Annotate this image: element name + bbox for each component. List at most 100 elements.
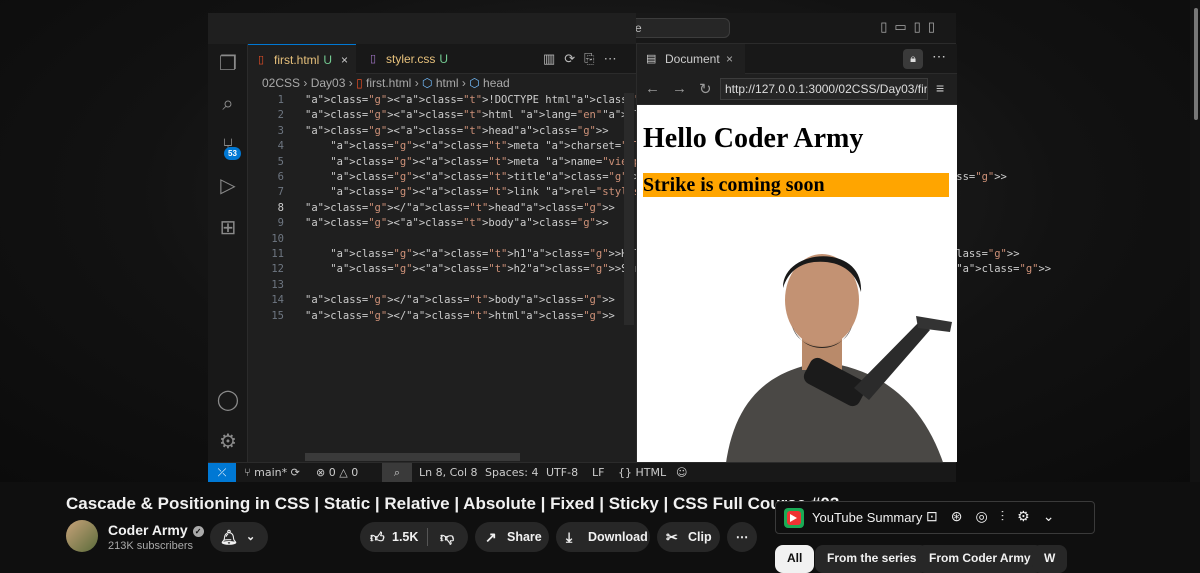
code-line[interactable]: 13 bbox=[248, 278, 636, 293]
code-line[interactable]: 9 "a">class="g"><"a">class="t">body"a">cl… bbox=[248, 216, 636, 231]
code-line[interactable]: 7 "a">class="g"><"a">class="t">link "a">… bbox=[248, 185, 919, 200]
dislike-icon[interactable]: 👎︎ bbox=[440, 522, 454, 552]
tab-label: first.html bbox=[274, 53, 320, 67]
code-line[interactable]: 2 "a">class="g"><"a">class="t">html "a">l… bbox=[248, 108, 697, 123]
extensions-icon[interactable]: ⊞ bbox=[216, 216, 240, 240]
zoom-icon[interactable]: ⌕ bbox=[382, 463, 412, 482]
url-input[interactable]: http://127.0.0.1:3000/02CSS/Day03/first bbox=[720, 78, 928, 100]
line-number: 6 bbox=[277, 171, 284, 183]
download-label: Download bbox=[588, 530, 648, 544]
code-line[interactable]: 4 "a">class="g"><"a">class="t">meta "a">… bbox=[248, 139, 761, 154]
problems-status[interactable]: ⊗ 0 △ 0 bbox=[316, 466, 358, 479]
breadcrumb-item[interactable]: Day03 bbox=[311, 76, 346, 90]
code-line[interactable]: 6 "a">class="g"><"a">class="t">title"a">… bbox=[248, 170, 1007, 185]
download-icon: ⤓ bbox=[566, 529, 573, 545]
summary-tools-icon[interactable]: ⊡⊛◎⫶⚙⌄ bbox=[926, 508, 1067, 525]
youtube-summary-panel[interactable]: YouTube Summary ⊡⊛◎⫶⚙⌄ bbox=[775, 501, 1095, 534]
tab-label: Document bbox=[665, 52, 720, 66]
like-icon[interactable]: 👍︎ bbox=[370, 522, 385, 552]
search-icon[interactable]: ⌕ bbox=[216, 92, 240, 116]
summary-label: YouTube Summary bbox=[812, 510, 923, 525]
line-number: 15 bbox=[271, 309, 284, 322]
code-line[interactable]: 12 "a">class="g"><"a">class="t">h2"a">cl… bbox=[248, 262, 1051, 277]
code-line[interactable]: 11 "a">class="g"><"a">class="t">h1"a">cl… bbox=[248, 247, 1019, 262]
tab-styler-css[interactable]: ▯ styler.css U bbox=[360, 44, 455, 74]
tab-first-html[interactable]: ▯ first.html U × bbox=[248, 44, 356, 74]
code-line[interactable]: 1 "a">class="g"><"a">class="t">!DOCTYPE h… bbox=[248, 93, 666, 108]
editor-vertical-scrollbar[interactable] bbox=[624, 93, 634, 325]
close-icon[interactable]: × bbox=[341, 45, 348, 75]
channel-avatar[interactable] bbox=[66, 520, 98, 552]
indentation-status[interactable]: Spaces: 4 bbox=[485, 466, 538, 479]
breadcrumb-item[interactable]: first.html bbox=[366, 76, 411, 90]
chevron-down-icon: ⌄ bbox=[246, 531, 256, 543]
more-icon: ⋯ bbox=[735, 530, 749, 544]
page-heading-h1: Hello Coder Army bbox=[643, 123, 864, 154]
tab-document[interactable]: ▤ Document × bbox=[637, 44, 745, 74]
channel-name[interactable]: Coder Army ✓ bbox=[108, 522, 204, 538]
reload-icon[interactable]: ↻ bbox=[699, 80, 712, 98]
line-number: 13 bbox=[271, 278, 284, 291]
sync-icon: ⟳ bbox=[290, 466, 300, 479]
branch-status[interactable]: ⑂ main* ⟳ bbox=[244, 466, 300, 479]
lock-icon[interactable]: 🔒︎ bbox=[903, 49, 923, 69]
line-content: "a">class="g"><"a">class="t">head"a">cla… bbox=[305, 124, 609, 137]
error-count: 0 bbox=[328, 466, 336, 479]
cursor-position[interactable]: Ln 8, Col 8 bbox=[419, 466, 478, 479]
chip-from-channel[interactable]: From Coder Army bbox=[917, 545, 1043, 573]
language-label: HTML bbox=[635, 466, 667, 479]
account-icon[interactable]: ◯ bbox=[216, 388, 240, 412]
editor-actions-icon[interactable]: ▥⟳⎘⋯ bbox=[543, 51, 626, 67]
html-file-icon: ▯ bbox=[258, 54, 265, 66]
browser-tab-bar: ▤ Document × 🔒︎ ⋯ bbox=[637, 44, 957, 74]
notification-bell-button[interactable]: 🔔︎ ⌄ bbox=[210, 522, 268, 552]
code-line[interactable]: 14 "a">class="g"></"a">class="t">body"a">… bbox=[248, 293, 636, 308]
forward-icon[interactable]: → bbox=[672, 80, 687, 97]
run-debug-icon[interactable]: ▷ bbox=[216, 174, 240, 198]
tab-status: U bbox=[439, 52, 449, 66]
bell-icon: 🔔︎ bbox=[220, 529, 238, 545]
back-icon[interactable]: ← bbox=[645, 80, 660, 97]
divider bbox=[427, 528, 428, 546]
line-number: 7 bbox=[277, 186, 284, 199]
language-status[interactable]: {} HTML bbox=[618, 466, 666, 479]
share-button[interactable]: ↗ Share bbox=[475, 522, 549, 552]
line-number: 11 bbox=[271, 248, 284, 260]
line-number: 5 bbox=[277, 155, 284, 168]
encoding-status[interactable]: UTF-8 bbox=[546, 466, 578, 479]
code-line[interactable]: 8 "a">class="g"></"a">class="t">head"a">c… bbox=[248, 201, 636, 216]
breadcrumb-item[interactable]: 02CSS bbox=[262, 76, 300, 90]
download-button[interactable]: ⤓ Download bbox=[556, 522, 650, 552]
breadcrumb-item[interactable]: html bbox=[436, 76, 459, 90]
chip-all[interactable]: All bbox=[775, 545, 815, 573]
share-label: Share bbox=[507, 530, 542, 544]
layout-controls-icon[interactable]: ▯▭▯▯ bbox=[880, 19, 942, 35]
activity-bar: ❐ ⌕ ⑂ ▷ ⊞ ◯ ⚙ bbox=[208, 44, 248, 462]
warning-icon: △ bbox=[339, 466, 348, 479]
page-heading-h2: Strike is coming soon bbox=[643, 173, 949, 197]
page-scrollbar[interactable] bbox=[1190, 0, 1200, 482]
breadcrumb-item[interactable]: head bbox=[483, 76, 510, 90]
html-file-icon: ▯ bbox=[356, 76, 363, 90]
menu-icon[interactable]: ≡ bbox=[936, 80, 944, 96]
settings-gear-icon[interactable]: ⚙ bbox=[216, 430, 240, 454]
code-line[interactable]: 15 "a">class="g"></"a">class="t">html"a">… bbox=[248, 309, 636, 324]
close-icon[interactable]: × bbox=[726, 44, 733, 74]
code-line[interactable]: 3 "a">class="g"><"a">class="t">head"a">cl… bbox=[248, 124, 636, 139]
chip-more[interactable]: W bbox=[1032, 545, 1068, 573]
chip-from-series[interactable]: From the series bbox=[815, 545, 929, 573]
copilot-icon[interactable]: ☺ bbox=[676, 466, 687, 479]
explorer-icon[interactable]: ❐ bbox=[216, 52, 240, 76]
more-icon[interactable]: ⋯ bbox=[932, 48, 946, 65]
symbol-icon: ⬡ bbox=[469, 76, 480, 90]
editor-horizontal-scrollbar[interactable] bbox=[305, 453, 520, 461]
like-count[interactable]: 1.5K bbox=[392, 522, 418, 552]
code-line[interactable]: 10 bbox=[248, 232, 636, 247]
more-actions-button[interactable]: ⋯ bbox=[727, 522, 757, 552]
code-editor[interactable]: 1 "a">class="g"><"a">class="t">!DOCTYPE h… bbox=[248, 93, 1051, 453]
clip-label: Clip bbox=[688, 530, 712, 544]
eol-status[interactable]: LF bbox=[592, 466, 604, 479]
clip-button[interactable]: ✂ Clip bbox=[657, 522, 720, 552]
code-line[interactable]: 5 "a">class="g"><"a">class="t">meta "a">… bbox=[248, 155, 874, 170]
remote-icon[interactable]: ⤫ bbox=[208, 463, 236, 483]
